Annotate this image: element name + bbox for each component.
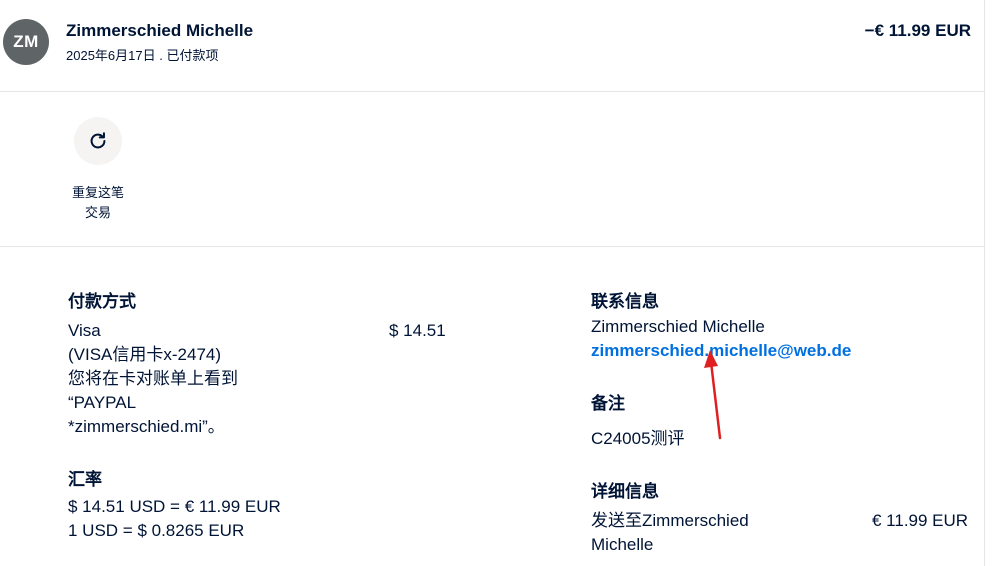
payment-line: “PAYPAL <box>68 393 137 412</box>
payment-line: (VISA信用卡x-2474) <box>68 345 222 364</box>
repeat-transaction-button[interactable] <box>74 117 122 165</box>
notes-text: C24005测评 <box>591 429 685 448</box>
details-line: 发送至Zimmerschied <box>591 511 749 530</box>
transaction-detail-card: ZM Zimmerschied Michelle 2025年6月17日 . 已付… <box>0 0 985 566</box>
payment-line: *zimmerschied.mi”。 <box>68 417 225 436</box>
contact-info-title: 联系信息 <box>591 292 659 311</box>
transaction-header: ZM Zimmerschied Michelle 2025年6月17日 . 已付… <box>0 0 985 92</box>
payment-method-title: 付款方式 <box>68 292 136 311</box>
exchange-rate-line1: $ 14.51 USD = € 11.99 EUR <box>68 497 281 516</box>
exchange-rate-title: 汇率 <box>68 470 102 489</box>
details-title: 详细信息 <box>591 482 659 501</box>
merchant-name: Zimmerschied Michelle <box>66 21 254 40</box>
details-line: Michelle <box>591 535 654 554</box>
repeat-label-line1: 重复这笔 <box>71 185 124 200</box>
payment-line: 您将在卡对账单上看到 <box>68 369 238 388</box>
details-recipient: 发送至Zimmerschied Michelle <box>591 509 831 557</box>
payment-line: Visa <box>68 321 101 340</box>
details-amount: € 11.99 EUR <box>872 511 969 530</box>
transaction-date-status: 2025年6月17日 . 已付款项 <box>66 48 219 63</box>
contact-email-link[interactable]: zimmerschied.michelle@web.de <box>591 341 851 361</box>
repeat-label-line2: 交易 <box>84 205 111 220</box>
transaction-amount: −€ 11.99 EUR <box>864 21 971 40</box>
contact-name: Zimmerschied Michelle <box>591 317 765 336</box>
exchange-rate-line2: 1 USD = $ 0.8265 EUR <box>68 521 245 540</box>
repeat-transaction-label[interactable]: 重复这笔 交易 <box>62 183 134 223</box>
avatar: ZM <box>3 19 49 65</box>
payment-method-details: Visa (VISA信用卡x-2474) 您将在卡对账单上看到 “PAYPAL … <box>68 319 368 439</box>
actions-section: 重复这笔 交易 <box>0 93 985 247</box>
notes-title: 备注 <box>591 394 625 413</box>
payment-amount: $ 14.51 <box>389 321 446 340</box>
refresh-icon <box>90 132 106 149</box>
